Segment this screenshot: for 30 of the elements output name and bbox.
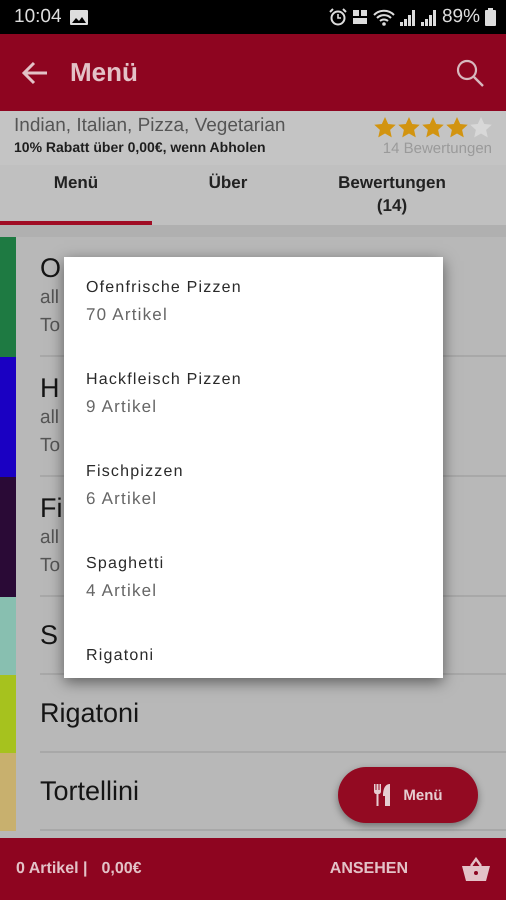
signal-icon bbox=[400, 8, 416, 26]
popup-item[interactable]: Ofenfrische Pizzen 70 Artikel bbox=[86, 279, 421, 325]
view-cart-button[interactable]: ANSEHEN bbox=[330, 860, 408, 878]
status-time: 10:04 bbox=[14, 6, 62, 28]
signal-icon bbox=[420, 8, 437, 26]
battery-level: 89% bbox=[442, 6, 480, 28]
star-icon bbox=[422, 117, 444, 138]
image-icon bbox=[70, 10, 88, 24]
cuisine-list: Indian, Italian, Pizza, Vegetarian bbox=[14, 115, 374, 137]
star-icon bbox=[398, 117, 420, 138]
tab[interactable]: Über bbox=[152, 165, 304, 225]
wifi-icon bbox=[372, 8, 395, 26]
popup-item[interactable]: Hackfleisch Pizzen 9 Artikel bbox=[86, 371, 421, 417]
search-icon[interactable] bbox=[456, 58, 484, 86]
alarm-icon bbox=[328, 8, 347, 26]
popup-item[interactable]: Fischpizzen 6 Artikel bbox=[86, 463, 421, 509]
menu-button[interactable]: Menü bbox=[338, 767, 478, 823]
battery-icon bbox=[485, 8, 496, 26]
cart-total: 0,00€ bbox=[101, 860, 142, 878]
back-arrow-icon[interactable] bbox=[22, 60, 48, 84]
popup-item[interactable]: Spaghetti 4 Artikel bbox=[86, 555, 421, 601]
tab[interactable]: Bewertungen (14) bbox=[304, 165, 480, 225]
cart-item-count: 0 Artikel | bbox=[16, 860, 88, 878]
popup-item[interactable]: Rigatoni bbox=[86, 647, 421, 665]
discount-note: 10% Rabatt über 0,00€, wenn Abholen bbox=[14, 139, 267, 155]
basket-icon[interactable] bbox=[462, 857, 490, 881]
screen-title: Menü bbox=[70, 57, 138, 88]
star-icon bbox=[374, 117, 396, 138]
tab[interactable]: Menü bbox=[0, 165, 152, 225]
star-icon bbox=[446, 117, 468, 138]
